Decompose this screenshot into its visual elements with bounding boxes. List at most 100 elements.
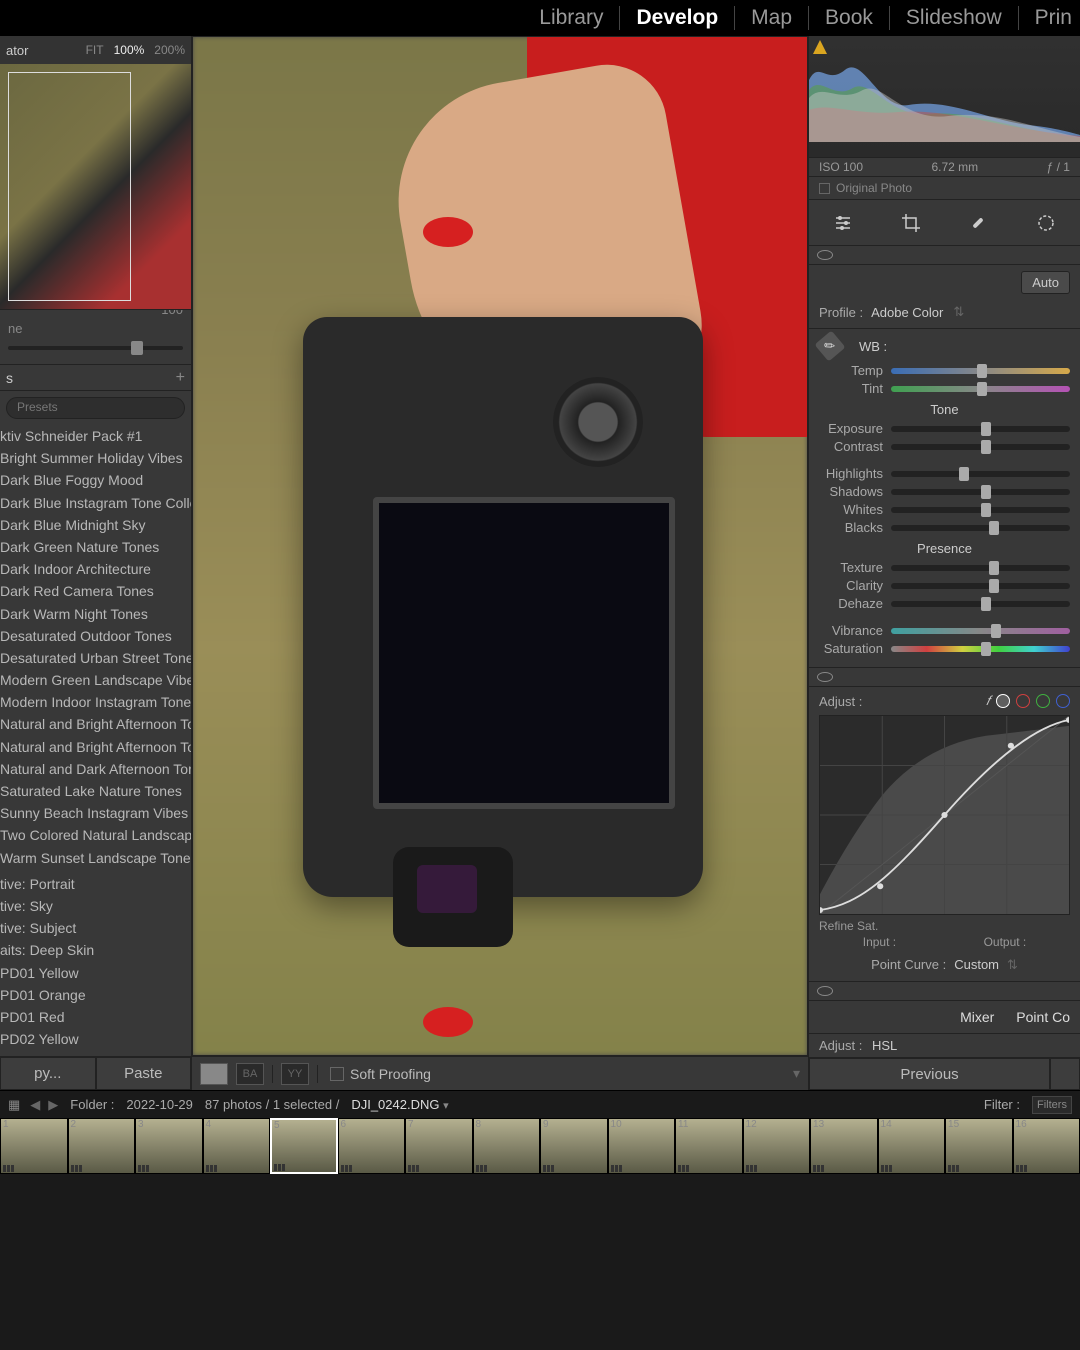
mixer-tab[interactable]: Mixer bbox=[960, 1009, 994, 1025]
texture-slider[interactable]: Texture bbox=[819, 560, 1070, 575]
curve-panel-eye[interactable] bbox=[809, 668, 1080, 687]
filmstrip-thumb[interactable]: 7 bbox=[405, 1118, 473, 1174]
healing-icon[interactable] bbox=[966, 211, 990, 235]
profile-row[interactable]: Profile : Adobe Color ⇅ bbox=[809, 300, 1080, 329]
preset-item[interactable]: Dark Blue Midnight Sky bbox=[0, 514, 191, 536]
preset-item[interactable]: PD02 Yellow bbox=[0, 1028, 191, 1050]
preset-item[interactable]: Warm Sunset Landscape Tones bbox=[0, 847, 191, 869]
chevron-down-icon[interactable]: ▾ bbox=[443, 1100, 449, 1112]
preset-list[interactable]: ktiv Schneider Pack #1Bright Summer Holi… bbox=[0, 425, 191, 1056]
slider-knob[interactable] bbox=[131, 341, 143, 355]
red-channel-icon[interactable] bbox=[1016, 694, 1030, 708]
preset-item[interactable]: Dark Blue Foggy Mood bbox=[0, 469, 191, 491]
preset-search[interactable]: Presets bbox=[6, 397, 185, 419]
preset-item[interactable]: Desaturated Outdoor Tones bbox=[0, 625, 191, 647]
filmstrip[interactable]: 12345678910111213141516 bbox=[0, 1118, 1080, 1174]
filmstrip-thumb[interactable]: 13 bbox=[810, 1118, 878, 1174]
filmstrip-thumb[interactable]: 1 bbox=[0, 1118, 68, 1174]
filmstrip-thumb[interactable]: 10 bbox=[608, 1118, 676, 1174]
presets-header[interactable]: s + bbox=[0, 365, 191, 391]
copy-button[interactable]: py... bbox=[0, 1057, 96, 1090]
photo-canvas[interactable] bbox=[192, 36, 808, 1056]
preset-item[interactable]: PD01 Red bbox=[0, 1006, 191, 1028]
preset-item[interactable]: tive: Sky bbox=[0, 895, 191, 917]
preset-item[interactable]: PD01 Yellow bbox=[0, 962, 191, 984]
nav-back-icon[interactable]: ◀ bbox=[30, 1097, 40, 1113]
saturation-slider[interactable]: Saturation bbox=[819, 641, 1070, 656]
preset-item[interactable]: Dark Red Camera Tones bbox=[0, 580, 191, 602]
tab-book[interactable]: Book bbox=[809, 6, 890, 30]
filmstrip-thumb[interactable]: 14 bbox=[878, 1118, 946, 1174]
checkbox-icon[interactable] bbox=[819, 183, 830, 194]
preset-item[interactable]: Dark Green Nature Tones bbox=[0, 536, 191, 558]
preset-item[interactable]: Modern Indoor Instagram Tones bbox=[0, 691, 191, 713]
filmstrip-thumb[interactable]: 2 bbox=[68, 1118, 136, 1174]
view-loupe-icon[interactable] bbox=[200, 1063, 228, 1085]
preset-item[interactable]: Natural and Bright Afternoon Tones bbox=[0, 713, 191, 735]
green-channel-icon[interactable] bbox=[1036, 694, 1050, 708]
sliders-icon[interactable] bbox=[831, 211, 855, 235]
preset-item[interactable]: Two Colored Natural Landscape bbox=[0, 824, 191, 846]
tone-curve-canvas[interactable] bbox=[819, 715, 1070, 915]
exposure-slider[interactable]: Exposure bbox=[819, 421, 1070, 436]
preset-item[interactable]: Dark Warm Night Tones bbox=[0, 603, 191, 625]
preset-item[interactable]: Desaturated Urban Street Tones bbox=[0, 647, 191, 669]
filmstrip-thumb[interactable]: 12 bbox=[743, 1118, 811, 1174]
navigator-thumbnail[interactable] bbox=[0, 64, 191, 310]
zoom-200[interactable]: 200% bbox=[154, 43, 185, 57]
filmstrip-thumb[interactable]: 16 bbox=[1013, 1118, 1080, 1174]
preset-item[interactable]: Natural and Bright Afternoon Tones v2 bbox=[0, 736, 191, 758]
tab-slideshow[interactable]: Slideshow bbox=[890, 6, 1019, 30]
preset-item[interactable]: Sunny Beach Instagram Vibes bbox=[0, 802, 191, 824]
preset-item[interactable]: Bright Summer Holiday Vibes bbox=[0, 447, 191, 469]
eye-icon[interactable] bbox=[817, 986, 833, 996]
preset-item[interactable]: Natural and Dark Afternoon Tones bbox=[0, 758, 191, 780]
toolbar-expand-icon[interactable]: ▾ bbox=[793, 1065, 800, 1082]
vibrance-slider[interactable]: Vibrance bbox=[819, 623, 1070, 638]
filmstrip-thumb[interactable]: 15 bbox=[945, 1118, 1013, 1174]
blacks-slider[interactable]: Blacks bbox=[819, 520, 1070, 535]
crop-icon[interactable] bbox=[899, 211, 923, 235]
previous-button[interactable]: Previous bbox=[809, 1058, 1050, 1090]
soft-proofing-toggle[interactable]: Soft Proofing bbox=[330, 1066, 431, 1082]
contrast-slider[interactable]: Contrast bbox=[819, 439, 1070, 454]
filmstrip-thumb[interactable]: 3 bbox=[135, 1118, 203, 1174]
preset-item[interactable]: Dark Indoor Architecture bbox=[0, 558, 191, 580]
preset-item[interactable]: tive: Portrait bbox=[0, 873, 191, 895]
hsl-value[interactable]: HSL bbox=[872, 1038, 897, 1053]
reset-button[interactable] bbox=[1050, 1058, 1080, 1090]
zoom-100[interactable]: 100% bbox=[114, 43, 145, 57]
folder-name[interactable]: 2022-10-29 bbox=[126, 1097, 193, 1112]
clarity-slider[interactable]: Clarity bbox=[819, 578, 1070, 593]
dehaze-slider[interactable]: Dehaze bbox=[819, 596, 1070, 611]
auto-button[interactable]: Auto bbox=[1021, 271, 1070, 294]
filename[interactable]: DJI_0242.DNG ▾ bbox=[351, 1097, 448, 1112]
eye-icon[interactable] bbox=[817, 672, 833, 682]
basic-panel-eye[interactable] bbox=[809, 246, 1080, 265]
eyedropper-icon[interactable]: ✎ bbox=[815, 331, 846, 362]
point-color-tab[interactable]: Point Co bbox=[1016, 1009, 1070, 1025]
nav-forward-icon[interactable]: ▶ bbox=[48, 1097, 58, 1113]
filmstrip-thumb[interactable]: 11 bbox=[675, 1118, 743, 1174]
tab-map[interactable]: Map bbox=[735, 6, 809, 30]
preset-item[interactable]: Modern Green Landscape Vibes bbox=[0, 669, 191, 691]
original-photo-toggle[interactable]: Original Photo bbox=[809, 177, 1080, 200]
tab-library[interactable]: Library bbox=[523, 6, 620, 30]
shadows-slider[interactable]: Shadows bbox=[819, 484, 1070, 499]
preset-item[interactable]: tive: Subject bbox=[0, 917, 191, 939]
zoom-fit[interactable]: FIT bbox=[86, 43, 104, 57]
filmstrip-thumb[interactable]: 9 bbox=[540, 1118, 608, 1174]
preset-item[interactable]: ktiv Schneider Pack #1 bbox=[0, 425, 191, 447]
tab-develop[interactable]: Develop bbox=[620, 6, 735, 30]
tint-slider[interactable]: Tint bbox=[819, 381, 1070, 396]
blue-channel-icon[interactable] bbox=[1056, 694, 1070, 708]
parametric-curve-icon[interactable]: 𝑓 bbox=[986, 693, 990, 709]
filmstrip-thumb[interactable]: 6 bbox=[338, 1118, 406, 1174]
highlights-slider[interactable]: Highlights bbox=[819, 466, 1070, 481]
view-before-after-icon[interactable]: BA bbox=[236, 1063, 264, 1085]
add-preset-icon[interactable]: + bbox=[176, 369, 185, 387]
rgb-channel-icon[interactable] bbox=[996, 694, 1010, 708]
preset-item[interactable]: Dark Blue Instagram Tone Collection bbox=[0, 492, 191, 514]
grid-icon[interactable]: ▦ bbox=[8, 1097, 18, 1113]
tab-print[interactable]: Prin bbox=[1019, 6, 1080, 30]
